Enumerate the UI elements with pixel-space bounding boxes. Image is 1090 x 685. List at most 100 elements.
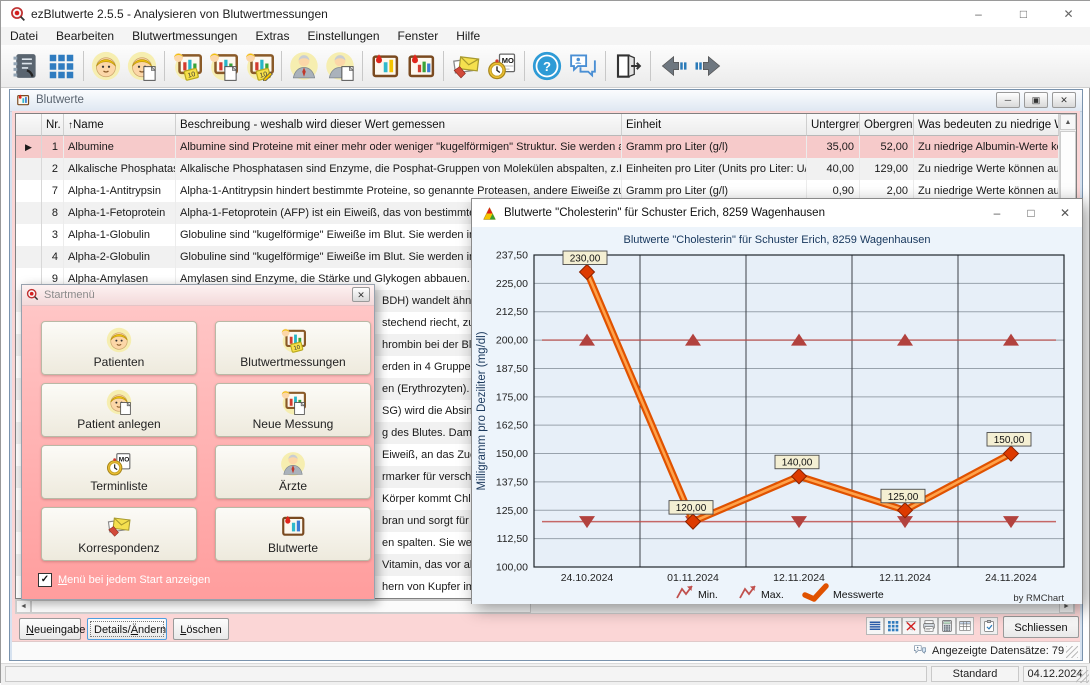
view-mode-buttons xyxy=(866,617,998,637)
blutwerte-window-icon xyxy=(16,93,30,107)
toolbar-separator xyxy=(281,51,282,81)
menu-blutwertmessungen[interactable]: Blutwertmessungen xyxy=(123,27,246,45)
beenden-icon[interactable] xyxy=(610,48,646,84)
phonebook-icon[interactable] xyxy=(7,48,43,84)
checkbox-checked[interactable]: ✓ xyxy=(38,573,52,587)
filter-icon[interactable] xyxy=(902,617,920,635)
table-row[interactable]: 2Alkalische PhosphataseAlkalische Phosph… xyxy=(16,158,1059,181)
calculator-icon[interactable] xyxy=(938,617,956,635)
startmenu-button-patient-new[interactable]: Patient anlegen xyxy=(41,383,197,437)
column-header[interactable]: ↑Name xyxy=(64,114,176,136)
patienten-icon[interactable] xyxy=(88,48,124,84)
schliessen-button[interactable]: Schliessen xyxy=(1003,616,1079,638)
menu-einstellungen[interactable]: Einstellungen xyxy=(298,27,388,45)
korrespondenz-icon[interactable] xyxy=(448,48,484,84)
print-icon[interactable] xyxy=(920,617,938,635)
table-cell: 2 xyxy=(42,158,64,180)
row-selector[interactable] xyxy=(16,158,42,180)
column-header[interactable]: Was bedeuten zu niedrige W xyxy=(914,114,1059,136)
table-cell: Alpha-1-Globulin xyxy=(64,224,176,246)
child-close-button[interactable]: ✕ xyxy=(1052,92,1076,108)
patient-anlegen-icon[interactable] xyxy=(124,48,160,84)
feedback-icon[interactable] xyxy=(565,48,601,84)
startmenu-button-schedule[interactable]: MO Terminliste xyxy=(41,445,197,499)
svg-text:24.10.2024: 24.10.2024 xyxy=(561,572,614,584)
svg-text:?: ? xyxy=(543,59,551,74)
column-header[interactable]: Beschreibung - weshalb wird dieser Wert … xyxy=(176,114,622,136)
svg-text:125,00: 125,00 xyxy=(888,492,919,503)
minimize-button[interactable]: – xyxy=(956,1,1001,27)
startmenu-button-mail[interactable]: Korrespondenz xyxy=(41,507,197,561)
menu-datei[interactable]: Datei xyxy=(1,27,47,45)
menu-fenster[interactable]: Fenster xyxy=(389,27,448,45)
records-bubble-icon xyxy=(913,644,927,658)
neue-messung-icon[interactable] xyxy=(205,48,241,84)
startmenu-button-measurement-new[interactable]: Neue Messung xyxy=(215,383,371,437)
startmenu-button-measurement[interactable]: 10 Blutwertmessungen xyxy=(215,321,371,375)
menu-hilfe[interactable]: Hilfe xyxy=(447,27,489,45)
loeschen-button[interactable]: Löschen xyxy=(173,618,229,640)
svg-text:Min.: Min. xyxy=(698,589,718,601)
app-resize-grip[interactable] xyxy=(1076,670,1089,683)
svg-text:120,00: 120,00 xyxy=(676,503,707,514)
bloodvalues-icon xyxy=(280,513,306,539)
zurueck-icon[interactable] xyxy=(655,48,691,84)
column-header[interactable] xyxy=(16,114,42,136)
hscroll-thumb[interactable] xyxy=(31,600,531,613)
toolbar-separator xyxy=(362,51,363,81)
aerzte-icon[interactable] xyxy=(286,48,322,84)
column-header[interactable]: Nr. xyxy=(42,114,64,136)
chart-minimize-button[interactable]: – xyxy=(980,199,1014,227)
scroll-up-button[interactable]: ▲ xyxy=(1060,114,1076,130)
blutwerte-eingabe-icon[interactable] xyxy=(367,48,403,84)
child-minimize-button[interactable]: ─ xyxy=(996,92,1020,108)
start-grid-icon[interactable] xyxy=(43,48,79,84)
svg-text:175,00: 175,00 xyxy=(496,391,528,403)
messung-aendern-icon[interactable]: 10 xyxy=(241,48,277,84)
startmenu-button-bloodvalues[interactable]: Blutwerte xyxy=(215,507,371,561)
column-header[interactable]: Einheit xyxy=(622,114,807,136)
row-selector[interactable] xyxy=(16,202,42,224)
neueingabe-button[interactable]: Neueingabe xyxy=(19,618,81,640)
startmenu-titlebar: Startmenü ✕ xyxy=(22,285,374,306)
blutwerte-liste-icon[interactable] xyxy=(403,48,439,84)
vorwaerts-icon[interactable] xyxy=(691,48,727,84)
blutwertmessungen-icon[interactable]: 10 xyxy=(169,48,205,84)
table-cell: 8 xyxy=(42,202,64,224)
arzt-anlegen-icon[interactable] xyxy=(322,48,358,84)
menu-bearbeiten[interactable]: Bearbeiten xyxy=(47,27,123,45)
startmenu-close-button[interactable]: ✕ xyxy=(352,287,370,302)
scroll-left-button[interactable]: ◄ xyxy=(16,600,31,613)
line-chart: 100,00112,50125,00137,50150,00162,50175,… xyxy=(472,227,1082,604)
scroll-thumb[interactable] xyxy=(1060,131,1076,201)
column-header[interactable]: Untergren xyxy=(807,114,860,136)
details-aendern-button[interactable]: Details/Ändern xyxy=(87,618,167,640)
resize-grip[interactable] xyxy=(1066,646,1078,658)
svg-text:150,00: 150,00 xyxy=(496,448,528,460)
terminliste-icon[interactable]: MO xyxy=(484,48,520,84)
column-header[interactable]: Obergren xyxy=(860,114,914,136)
row-selector[interactable] xyxy=(16,246,42,268)
row-selector[interactable]: ▶ xyxy=(16,136,42,158)
chart-titlebar: Blutwerte "Cholesterin" für Schuster Eri… xyxy=(472,199,1082,228)
chart-close-button[interactable]: ✕ xyxy=(1048,199,1082,227)
data-table-icon[interactable] xyxy=(956,617,974,635)
close-button[interactable]: ✕ xyxy=(1046,1,1090,27)
child-restore-button[interactable]: ▣ xyxy=(1024,92,1048,108)
startmenu-checkbox-row: ✓ Menü bei jedem Start anzeigen xyxy=(38,573,210,587)
grid-view-icon[interactable] xyxy=(884,617,902,635)
hilfe-icon[interactable]: ? xyxy=(529,48,565,84)
svg-text:Max.: Max. xyxy=(761,589,784,601)
row-selector[interactable] xyxy=(16,224,42,246)
startmenu-button-doctor[interactable]: Ärzte xyxy=(215,445,371,499)
table-row[interactable]: ▶1AlbumineAlbumine sind Proteine mit ein… xyxy=(16,136,1059,159)
maximize-button[interactable]: □ xyxy=(1001,1,1046,27)
startmenu-button-patient[interactable]: Patienten xyxy=(41,321,197,375)
list-view-icon[interactable] xyxy=(866,617,884,635)
menu-extras[interactable]: Extras xyxy=(246,27,298,45)
clipboard-icon[interactable] xyxy=(980,617,998,635)
chart-maximize-button[interactable]: □ xyxy=(1014,199,1048,227)
table-cell: 7 xyxy=(42,180,64,202)
svg-text:237,50: 237,50 xyxy=(496,250,528,262)
row-selector[interactable] xyxy=(16,180,42,202)
